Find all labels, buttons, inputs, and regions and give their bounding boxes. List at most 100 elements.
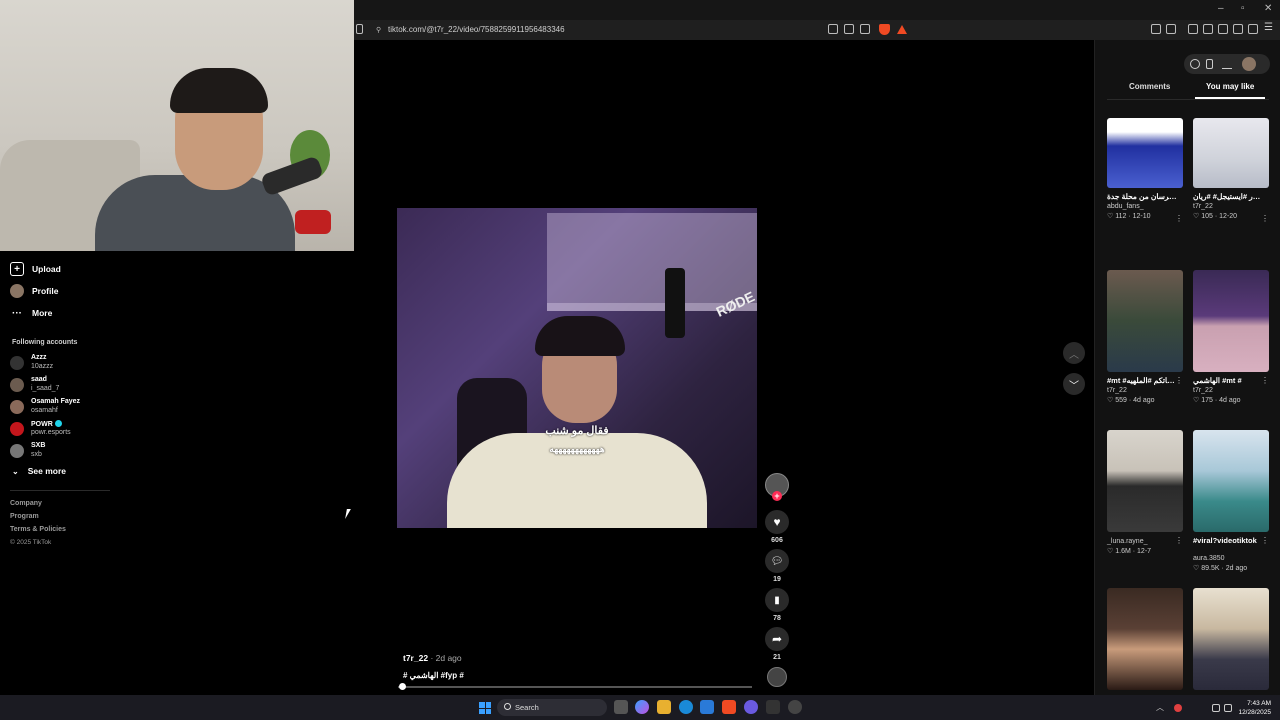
bookmark-icon[interactable] bbox=[356, 24, 363, 34]
account-item[interactable]: saad i_saad_7 bbox=[10, 375, 130, 395]
tray-chevron-icon[interactable]: ︿ bbox=[1156, 702, 1164, 712]
store-icon[interactable] bbox=[700, 700, 714, 714]
account-item[interactable]: Osamah Fayez osamahf bbox=[10, 397, 130, 417]
menu-icon[interactable]: ☰ bbox=[1264, 22, 1273, 33]
brave-rewards-icon[interactable] bbox=[897, 25, 907, 34]
sidebar-item-label: Upload bbox=[32, 264, 61, 274]
video-user: abdu_fans_ bbox=[1107, 203, 1144, 210]
discord-icon[interactable] bbox=[744, 700, 758, 714]
video-thumbnail[interactable] bbox=[1193, 270, 1269, 372]
video-thumbnail[interactable] bbox=[1107, 430, 1183, 532]
share-button[interactable]: ➦ bbox=[765, 627, 789, 651]
video-thumbnail[interactable] bbox=[1193, 430, 1269, 532]
more-options-icon[interactable]: ⋮ bbox=[1261, 376, 1269, 385]
vpn-icon[interactable] bbox=[1248, 24, 1258, 34]
video-thumbnail[interactable] bbox=[1107, 588, 1183, 690]
video-thumbnail[interactable] bbox=[1193, 588, 1269, 690]
video-card[interactable]: ⋮ #viral?videotiktok aura.3850 ♡ 89.5K ·… bbox=[1193, 430, 1269, 572]
sidebar-item-profile[interactable]: Profile bbox=[10, 282, 58, 300]
more-options-icon[interactable]: ⋮ bbox=[1175, 376, 1183, 385]
avatar bbox=[10, 444, 24, 458]
clock-date[interactable]: 12/28/2025 bbox=[1233, 709, 1271, 716]
more-options-icon[interactable]: ⋮ bbox=[1261, 536, 1269, 545]
obs-icon[interactable] bbox=[788, 700, 802, 714]
video-card[interactable]: ⋮ _luna.rayne_ ♡ 1.6M · 12-7 bbox=[1107, 430, 1183, 555]
previous-video-button[interactable]: ︿ bbox=[1063, 342, 1085, 364]
video-card[interactable] bbox=[1193, 588, 1269, 690]
video-thumbnail[interactable] bbox=[1193, 118, 1269, 188]
avatar[interactable] bbox=[1242, 57, 1256, 71]
music-disc-icon[interactable] bbox=[767, 667, 787, 687]
network-icon[interactable] bbox=[1212, 704, 1220, 712]
video-thumbnail[interactable] bbox=[1107, 118, 1183, 188]
save-button[interactable]: ▮ bbox=[765, 588, 789, 612]
like-button[interactable]: ♥ bbox=[765, 510, 789, 534]
comment-button[interactable]: 💬︎ bbox=[765, 549, 789, 573]
like-count: 559 bbox=[1115, 397, 1127, 404]
share-icon[interactable] bbox=[860, 24, 870, 34]
device-icon[interactable] bbox=[1206, 59, 1213, 69]
copilot-icon[interactable] bbox=[635, 700, 649, 714]
file-explorer-icon[interactable] bbox=[657, 700, 671, 714]
footer-program-link[interactable]: Program bbox=[10, 513, 39, 520]
taskbar-search[interactable]: Search bbox=[497, 699, 607, 716]
close-icon[interactable]: ✕ bbox=[1264, 3, 1272, 14]
screenshot-icon[interactable] bbox=[1166, 24, 1176, 34]
task-view-icon[interactable] bbox=[614, 700, 628, 714]
like-count: 175 bbox=[1201, 397, 1213, 404]
video-progress-bar[interactable] bbox=[398, 686, 752, 688]
cast-icon[interactable] bbox=[844, 24, 854, 34]
next-video-button[interactable]: ﹀ bbox=[1063, 373, 1085, 395]
video-card[interactable]: ⋮ الهاشمي #mt # t7r_22 ♡ 175 · 4d ago bbox=[1193, 270, 1269, 404]
clock-time[interactable]: 7:43 AM bbox=[1241, 700, 1271, 707]
account-item[interactable]: Azzz 10azzz bbox=[10, 353, 130, 373]
maximize-icon[interactable]: ▫ bbox=[1241, 3, 1245, 14]
sidebar-item-more[interactable]: ··· More bbox=[10, 304, 52, 322]
follow-plus-icon[interactable]: + bbox=[772, 491, 782, 501]
progress-handle[interactable] bbox=[398, 683, 406, 690]
more-options-icon[interactable]: ⋮ bbox=[1175, 536, 1183, 545]
compass-icon[interactable] bbox=[1190, 59, 1200, 69]
video-author[interactable]: t7r_22 · 2d ago bbox=[403, 653, 462, 663]
music-icon[interactable] bbox=[1188, 24, 1198, 34]
account-item[interactable]: SXB sxb bbox=[10, 441, 130, 461]
sidebar-icon[interactable] bbox=[1203, 24, 1213, 34]
tab-you-may-like[interactable]: You may like bbox=[1206, 82, 1254, 91]
footer-company-link[interactable]: Company bbox=[10, 500, 42, 507]
edge-icon[interactable] bbox=[679, 700, 693, 714]
download-icon[interactable] bbox=[1222, 59, 1232, 69]
more-options-icon[interactable]: ⋮ bbox=[1175, 214, 1183, 223]
see-more-button[interactable]: ⌄ See more bbox=[12, 466, 66, 476]
author-name[interactable]: t7r_22 bbox=[403, 653, 428, 663]
account-handle: i_saad_7 bbox=[31, 385, 60, 392]
brave-shield-icon[interactable] bbox=[879, 24, 890, 35]
video-title: كري #اتور #ايستيجل# #ريان bbox=[1193, 192, 1263, 201]
video-thumbnail[interactable] bbox=[1107, 270, 1183, 372]
leo-icon[interactable] bbox=[1233, 24, 1243, 34]
video-user: t7r_22 bbox=[1193, 387, 1213, 394]
minimize-icon[interactable]: – bbox=[1218, 3, 1224, 14]
windows-start-icon[interactable] bbox=[479, 702, 491, 714]
xbox-icon[interactable] bbox=[766, 700, 780, 714]
video-card[interactable] bbox=[1107, 588, 1183, 690]
wallet-icon[interactable] bbox=[1218, 24, 1228, 34]
video-hashtags[interactable]: # الهاشمي #fyp # bbox=[403, 671, 464, 680]
mute-icon[interactable] bbox=[828, 24, 838, 34]
sidebar-item-upload[interactable]: + Upload bbox=[10, 260, 61, 278]
tab-comments[interactable]: Comments bbox=[1129, 82, 1170, 91]
extensions-icon[interactable] bbox=[1151, 24, 1161, 34]
video-player[interactable]: RØDE فقال مو شنب ههههههههههههه bbox=[397, 208, 757, 528]
footer-terms-link[interactable]: Terms & Policies bbox=[10, 526, 66, 533]
video-card[interactable]: ⋮ كري #اتور #ايستيجل# #ريان t7r_22 ♡ 105… bbox=[1193, 118, 1269, 223]
more-options-icon[interactable]: ⋮ bbox=[1261, 214, 1269, 223]
volume-icon[interactable] bbox=[1224, 704, 1232, 712]
account-item[interactable]: POWR powr.esports bbox=[10, 419, 130, 439]
video-card[interactable]: ⋮ تهزهني الجلالة وانا اذ ...فرسان من محل… bbox=[1107, 118, 1183, 223]
mic-tray-icon[interactable] bbox=[1174, 704, 1182, 712]
avatar bbox=[10, 356, 24, 370]
footer-copyright: © 2025 TikTok bbox=[10, 539, 52, 546]
like-count: 606 bbox=[771, 537, 783, 544]
brave-icon[interactable] bbox=[722, 700, 736, 714]
sidebar-item-label: Profile bbox=[32, 286, 59, 296]
video-card[interactable]: ⋮ #mt #ـيه# فاتكم #الملهيه t7r_22 ♡ 559 … bbox=[1107, 270, 1183, 404]
